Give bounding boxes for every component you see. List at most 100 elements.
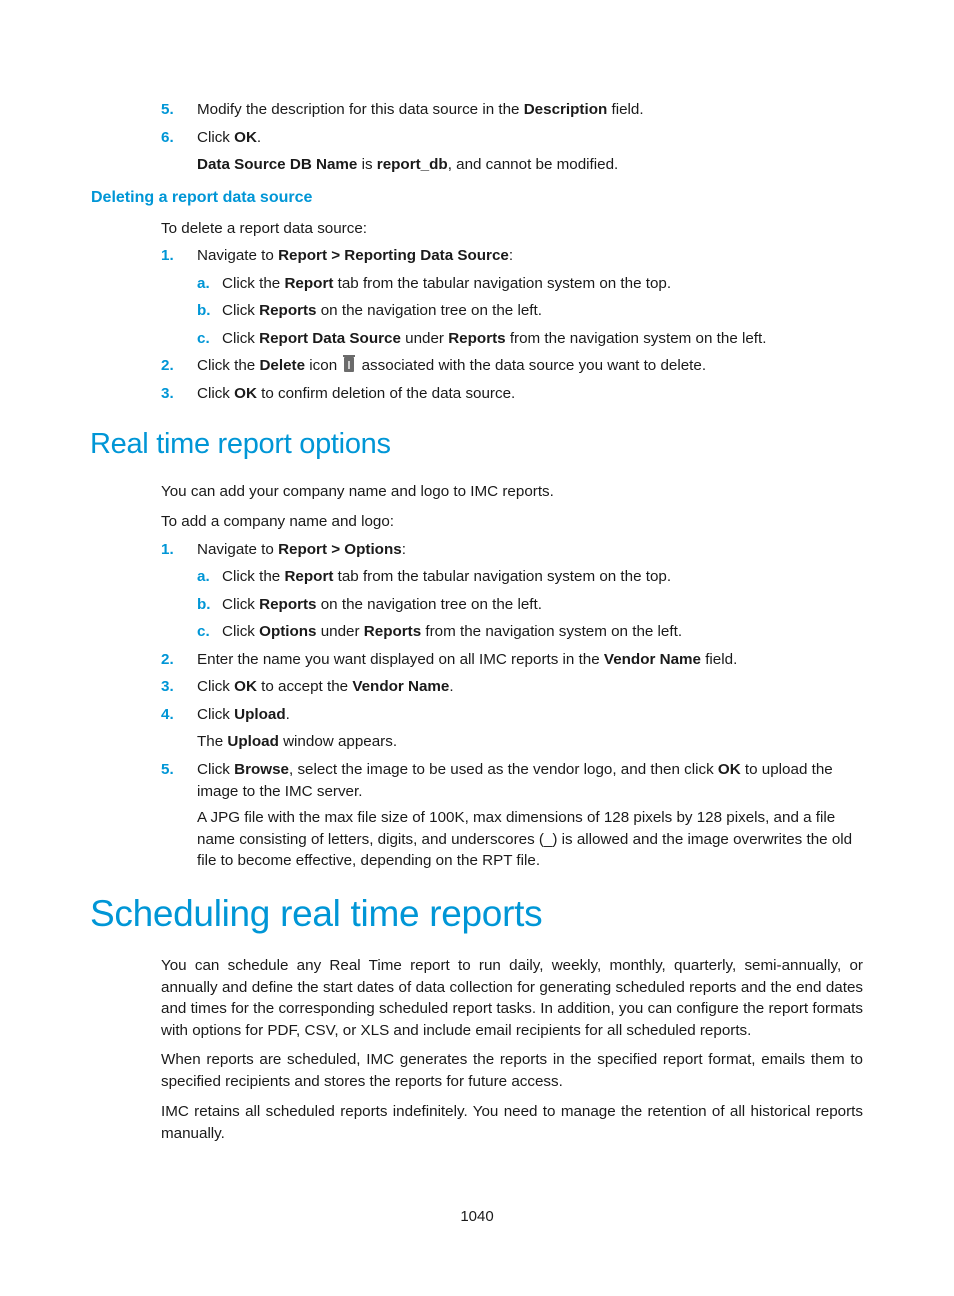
ui-term: Browse xyxy=(234,761,289,778)
ui-term: Reports xyxy=(259,596,317,613)
ui-term: Upload xyxy=(234,706,286,723)
step-text: Click the Delete icon associated with th… xyxy=(197,355,707,376)
substep-letter: b. xyxy=(197,596,211,613)
ui-term: OK xyxy=(234,129,257,146)
substep-letter: b. xyxy=(197,302,211,319)
step-text: Navigate to Report > Options: xyxy=(197,540,406,560)
step-text: Click OK to confirm deletion of the data… xyxy=(197,384,515,404)
text: Click the xyxy=(197,357,260,374)
text: Click xyxy=(197,761,235,778)
step-number: 2. xyxy=(161,357,174,374)
step-number: 1. xyxy=(161,541,174,558)
text: . xyxy=(449,678,454,695)
section-heading-scheduling: Scheduling real time reports xyxy=(90,893,543,934)
text: . xyxy=(285,706,290,723)
section-heading-options: Real time report options xyxy=(90,428,391,460)
ui-term: report_db xyxy=(376,156,448,173)
ui-term: Options xyxy=(259,623,317,640)
text: to accept the xyxy=(256,678,353,695)
ui-term: Reports xyxy=(448,330,506,347)
text: under xyxy=(400,330,449,347)
trash-icon xyxy=(343,355,356,372)
text: window appears. xyxy=(278,733,398,750)
paragraph: When reports are scheduled, IMC generate… xyxy=(161,1051,863,1090)
substep-text: Click Reports on the navigation tree on … xyxy=(222,301,542,321)
text: icon xyxy=(305,357,338,374)
step-text: Click Browse, select the image to be use… xyxy=(197,759,863,802)
text: . xyxy=(256,129,262,146)
text: to confirm deletion of the data source. xyxy=(256,385,516,402)
text: Click xyxy=(197,129,235,146)
ui-term: Reports xyxy=(363,623,422,640)
ui-term: Report xyxy=(284,275,334,292)
ui-term: Report xyxy=(284,568,334,585)
text: , select the image to be used as the ven… xyxy=(289,761,718,778)
substep-text: Click the Report tab from the tabular na… xyxy=(222,567,671,587)
ui-path: Report > Options xyxy=(278,541,402,558)
text: Click xyxy=(222,330,260,347)
step-text: Navigate to Report > Reporting Data Sour… xyxy=(197,246,513,266)
step-number: 6. xyxy=(161,129,174,146)
ui-term: Vendor Name xyxy=(603,651,701,668)
text: Click the xyxy=(222,275,285,292)
ui-term: Upload xyxy=(227,733,279,750)
text: Click the xyxy=(222,568,285,585)
step-text: Click Upload. xyxy=(197,705,290,725)
step-number: 5. xyxy=(161,761,174,778)
text: from the navigation system on the left. xyxy=(505,330,767,347)
substep-letter: a. xyxy=(197,275,210,292)
step-number: 4. xyxy=(161,706,174,723)
step-number: 5. xyxy=(161,101,174,118)
substep-text: Click Report Data Source under Reports f… xyxy=(222,329,766,349)
substep-letter: c. xyxy=(197,330,210,347)
text: Modify the description for this data sou… xyxy=(197,101,524,118)
text: Click xyxy=(197,706,235,723)
intro-text: You can add your company name and logo t… xyxy=(161,483,554,500)
text: Click xyxy=(197,385,235,402)
ui-path: Report > Reporting Data Source xyxy=(278,247,509,264)
text: under xyxy=(316,623,364,640)
substep-text: Click Options under Reports from the nav… xyxy=(222,622,682,642)
ui-term: Reports xyxy=(259,302,317,319)
text: Click xyxy=(222,623,260,640)
step-text: Modify the description for this data sou… xyxy=(197,100,644,120)
paragraph: You can schedule any Real Time report to… xyxy=(161,957,863,1039)
ui-term: Report Data Source xyxy=(259,330,401,347)
intro-text: To add a company name and logo: xyxy=(161,513,395,530)
text: field. xyxy=(607,101,644,118)
section-heading-delete: Deleting a report data source xyxy=(91,189,313,206)
text: tab from the tabular navigation system o… xyxy=(333,275,672,292)
ui-term: Vendor Name xyxy=(352,678,450,695)
text: Click xyxy=(222,302,260,319)
paragraph: IMC retains all scheduled reports indefi… xyxy=(161,1103,863,1142)
text: on the navigation tree on the left. xyxy=(316,302,542,319)
step-text: Click OK to accept the Vendor Name. xyxy=(197,677,454,697)
substep-letter: c. xyxy=(197,623,210,640)
text: The xyxy=(197,733,228,750)
substep-text: Click Reports on the navigation tree on … xyxy=(222,595,542,615)
step-note: The Upload window appears. xyxy=(197,732,397,752)
text: associated with the data source you want… xyxy=(357,357,707,374)
text: Enter the name you want displayed on all… xyxy=(197,651,604,668)
text: is xyxy=(357,156,377,173)
text: Click xyxy=(222,596,260,613)
text: : xyxy=(401,541,406,558)
step-note: A JPG file with the max file size of 100… xyxy=(197,809,853,869)
ui-term: Description xyxy=(523,101,608,118)
substep-text: Click the Report tab from the tabular na… xyxy=(222,274,671,294)
text: Navigate to xyxy=(197,541,279,558)
text: on the navigation tree on the left. xyxy=(316,596,542,613)
text: : xyxy=(508,247,514,264)
ui-term: OK xyxy=(234,678,257,695)
ui-term: Delete xyxy=(259,357,306,374)
step-text: Click OK. xyxy=(197,128,261,148)
step-text: Enter the name you want displayed on all… xyxy=(197,650,737,670)
step-number: 2. xyxy=(161,651,174,668)
page-number: 1040 xyxy=(460,1208,494,1225)
text: tab from the tabular navigation system o… xyxy=(333,568,672,585)
ui-term: OK xyxy=(234,385,257,402)
text: , and cannot be modified. xyxy=(447,156,619,173)
step-number: 3. xyxy=(161,385,174,402)
ui-term: OK xyxy=(717,761,741,778)
substep-letter: a. xyxy=(197,568,210,585)
